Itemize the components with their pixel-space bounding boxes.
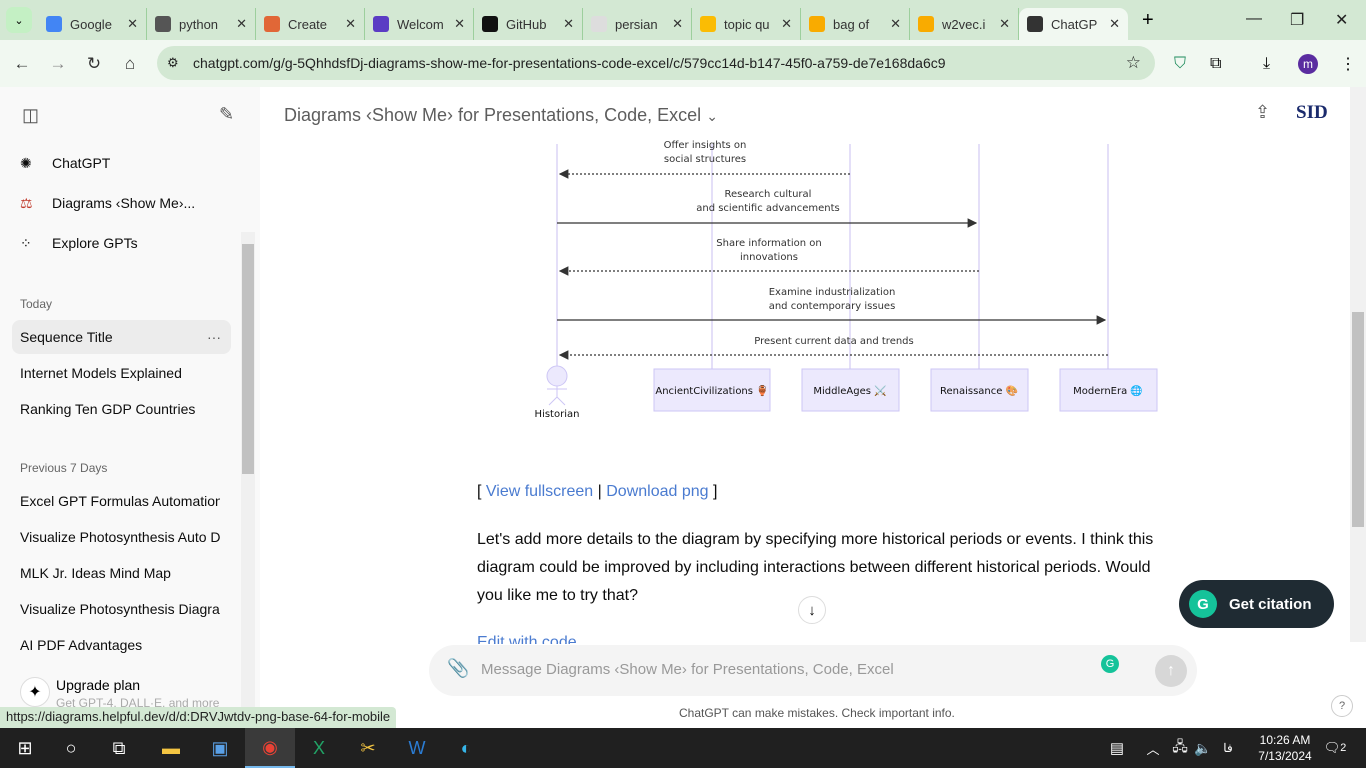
message-label: Present current data and trends bbox=[754, 336, 914, 347]
participant-modern: ModernEra 🌐 bbox=[1073, 384, 1143, 397]
assistant-response: Let's add more details to the diagram by… bbox=[477, 531, 1154, 604]
taskbar: ⊞ ○ ⧉ ▬ ▣ ◉ X ✂ W ◐ ▤ ︿ 🖧 🔈 فا 10:26 AM 7… bbox=[0, 728, 1366, 768]
disclaimer: ChatGPT can make mistakes. Check importa… bbox=[679, 706, 955, 720]
actor-historian: Historian bbox=[535, 409, 580, 420]
page-scrollbar[interactable] bbox=[1350, 87, 1366, 642]
participant-renaissance: Renaissance 🎨 bbox=[940, 384, 1018, 397]
remote-desktop-icon[interactable]: ▣ bbox=[195, 728, 245, 768]
attach-icon[interactable]: 📎 bbox=[447, 658, 469, 679]
participant-middle: MiddleAges ⚔️ bbox=[813, 384, 886, 397]
grammarly-icon: G bbox=[1189, 590, 1217, 618]
help-button[interactable]: ? bbox=[1331, 695, 1353, 717]
diagram-links: [ View fullscreen | Download png ] bbox=[477, 483, 718, 500]
task-view-icon[interactable]: ⧉ bbox=[94, 728, 144, 768]
grammarly-icon[interactable]: G bbox=[1101, 655, 1119, 673]
message-label: Offer insights on bbox=[664, 140, 747, 151]
message-label: innovations bbox=[740, 252, 798, 263]
message-composer[interactable]: 📎 Message Diagrams ‹Show Me› for Present… bbox=[429, 645, 1197, 696]
edge-icon[interactable]: ◐ bbox=[441, 728, 491, 768]
excel-icon[interactable]: X bbox=[294, 728, 344, 768]
file-explorer-icon[interactable]: ▬ bbox=[146, 728, 196, 768]
search-circle-icon[interactable]: ○ bbox=[46, 728, 96, 768]
windows-start-icon[interactable]: ⊞ bbox=[0, 728, 50, 768]
tools-icon[interactable]: ✂ bbox=[343, 728, 393, 768]
chrome-taskbar-icon[interactable]: ◉ bbox=[245, 728, 295, 768]
participant-ancient: AncientCivilizations 🏺 bbox=[655, 384, 768, 397]
get-citation-button[interactable]: G Get citation bbox=[1179, 580, 1334, 628]
language-indicator[interactable]: فا bbox=[1203, 728, 1253, 768]
send-button[interactable]: ↑ bbox=[1155, 655, 1187, 687]
scroll-down-button[interactable]: ↓ bbox=[798, 596, 826, 624]
message-label: and scientific advancements bbox=[696, 203, 840, 214]
word-icon[interactable]: W bbox=[392, 728, 442, 768]
message-input[interactable]: Message Diagrams ‹Show Me› for Presentat… bbox=[481, 661, 894, 678]
notifications-icon[interactable]: 🗨 2 bbox=[1310, 728, 1360, 768]
message-label: Research cultural bbox=[725, 189, 812, 200]
view-fullscreen-link[interactable]: View fullscreen bbox=[486, 483, 593, 500]
actor-head bbox=[546, 365, 568, 387]
status-url: https://diagrams.helpful.dev/d/d:DRVJwtd… bbox=[0, 707, 397, 728]
message-label: and contemporary issues bbox=[769, 301, 896, 312]
download-png-link[interactable]: Download png bbox=[606, 483, 708, 500]
edit-with-code-link[interactable]: Edit with code bbox=[477, 630, 1167, 644]
sequence-diagram[interactable]: Offer insights on social structures Rese… bbox=[0, 0, 1366, 728]
message-label: Examine industrialization bbox=[769, 287, 896, 298]
message-label: social structures bbox=[664, 154, 746, 165]
message-label: Share information on bbox=[716, 238, 821, 249]
